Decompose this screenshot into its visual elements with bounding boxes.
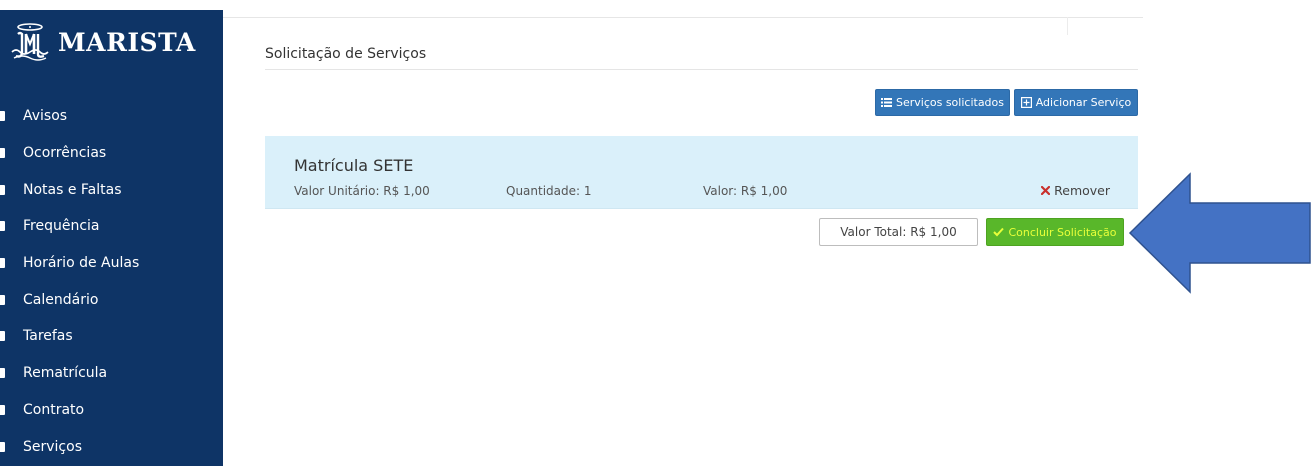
- sidebar-item-notas-faltas[interactable]: Notas e Faltas: [0, 171, 223, 208]
- sidebar: MARISTA Avisos Ocorrências Notas e Falta…: [0, 10, 223, 466]
- tasks-icon: [0, 331, 5, 342]
- finish-request-label: Concluir Solicitação: [1008, 225, 1117, 239]
- total-value-box: Valor Total: R$ 1,00: [819, 218, 978, 246]
- sidebar-item-avisos[interactable]: Avisos: [0, 98, 223, 135]
- cart-icon: [0, 441, 5, 452]
- times-icon: [1041, 186, 1051, 195]
- service-quantity: Quantidade: 1: [506, 184, 592, 198]
- finish-request-button[interactable]: Concluir Solicitação: [986, 218, 1124, 246]
- clock-icon: [0, 258, 5, 269]
- sidebar-item-label: Frequência: [23, 218, 100, 235]
- requested-services-button[interactable]: Serviços solicitados: [875, 89, 1010, 116]
- sidebar-item-label: Horário de Aulas: [23, 255, 140, 272]
- list-icon: [880, 98, 892, 107]
- top-navbar-border: [223, 17, 1143, 35]
- sidebar-item-label: Serviços: [23, 438, 82, 455]
- sidebar-menu: Avisos Ocorrências Notas e Faltas Frequê…: [0, 98, 223, 465]
- brand-logo[interactable]: MARISTA: [8, 22, 196, 62]
- sidebar-item-frequencia[interactable]: Frequência: [0, 208, 223, 245]
- pencil-icon: [0, 184, 5, 195]
- add-service-label: Adicionar Serviço: [1035, 96, 1132, 109]
- add-service-button[interactable]: Adicionar Serviço: [1014, 89, 1138, 116]
- page-title: Solicitação de Serviços: [265, 46, 427, 62]
- calendar-icon: [0, 294, 5, 305]
- sidebar-item-horario[interactable]: Horário de Aulas: [0, 245, 223, 282]
- chart-icon: [0, 221, 5, 232]
- navbar-divider: [1067, 17, 1068, 35]
- plus-square-icon: [1020, 97, 1032, 108]
- warning-icon: [0, 148, 5, 159]
- service-value: Valor: R$ 1,00: [703, 184, 788, 198]
- sidebar-item-label: Tarefas: [23, 328, 73, 345]
- sidebar-item-calendario[interactable]: Calendário: [0, 281, 223, 318]
- document-icon: [0, 404, 5, 415]
- sidebar-item-label: Avisos: [23, 108, 68, 125]
- sidebar-item-contrato[interactable]: Contrato: [0, 392, 223, 429]
- remove-service-link[interactable]: Remover: [1041, 183, 1110, 198]
- service-name: Matrícula SETE: [294, 156, 414, 175]
- title-divider: [265, 69, 1138, 70]
- remove-label: Remover: [1054, 183, 1110, 198]
- sidebar-item-tarefas[interactable]: Tarefas: [0, 318, 223, 355]
- page: MARISTA Avisos Ocorrências Notas e Falta…: [0, 0, 1316, 466]
- sidebar-item-label: Notas e Faltas: [23, 181, 122, 198]
- sidebar-item-label: Ocorrências: [23, 145, 107, 162]
- check-icon: [993, 227, 1005, 237]
- sidebar-item-servicos[interactable]: Serviços: [0, 428, 223, 465]
- sidebar-item-label: Contrato: [23, 401, 85, 418]
- requested-services-label: Serviços solicitados: [895, 96, 1005, 109]
- bell-icon: [0, 111, 5, 122]
- brand-name: MARISTA: [58, 27, 196, 57]
- sidebar-item-label: Calendário: [23, 291, 99, 308]
- service-unit-value: Valor Unitário: R$ 1,00: [294, 184, 430, 198]
- refresh-icon: [0, 368, 5, 379]
- total-value: Valor Total: R$ 1,00: [840, 225, 957, 239]
- sidebar-item-label: Rematrícula: [23, 365, 108, 382]
- sidebar-item-rematricula[interactable]: Rematrícula: [0, 355, 223, 392]
- sidebar-item-ocorrencias[interactable]: Ocorrências: [0, 135, 223, 172]
- service-item-panel: Matrícula SETE Valor Unitário: R$ 1,00 Q…: [265, 136, 1138, 209]
- marista-emblem-icon: [11, 23, 49, 61]
- left-arrow-icon: [1128, 172, 1311, 294]
